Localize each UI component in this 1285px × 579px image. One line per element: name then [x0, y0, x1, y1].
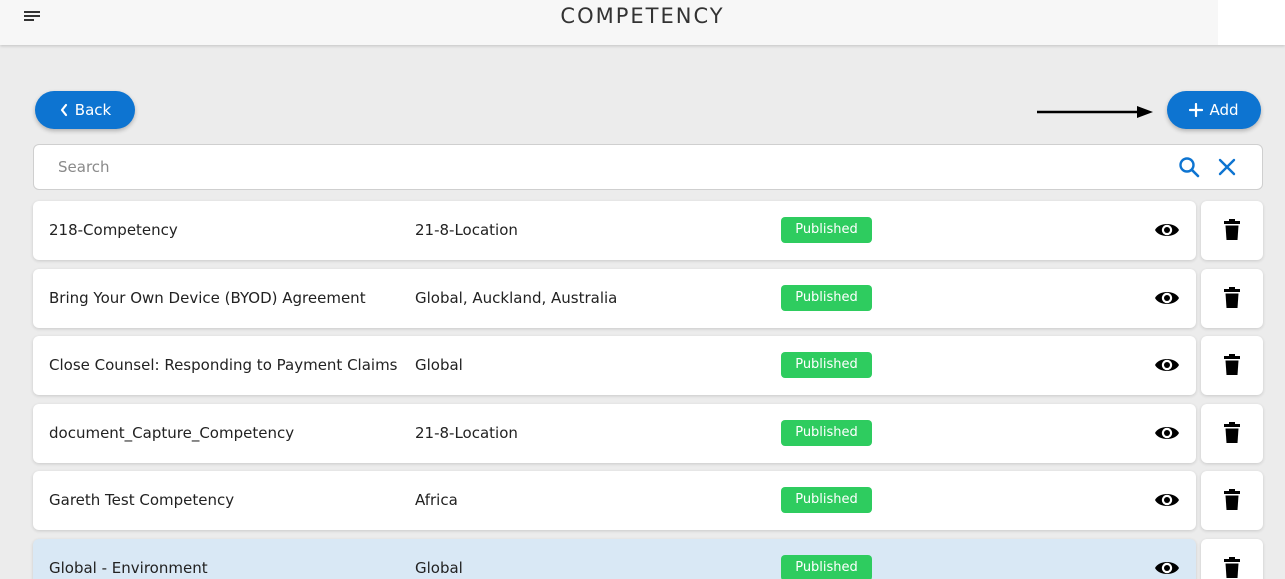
competency-location: Global — [415, 558, 463, 577]
search-bar — [33, 144, 1263, 190]
eye-icon[interactable] — [1154, 354, 1180, 376]
list-item-card[interactable]: document_Capture_Competency 21-8-Locatio… — [33, 403, 1196, 463]
trash-icon — [1224, 219, 1240, 240]
list-item-card[interactable]: Gareth Test Competency Africa Published — [33, 471, 1196, 530]
competency-location: 21-8-Location — [415, 423, 518, 442]
search-icon[interactable] — [1178, 156, 1200, 178]
status-badge: Published — [781, 554, 872, 579]
trash-icon — [1224, 556, 1240, 578]
delete-button[interactable] — [1201, 471, 1263, 530]
list-item-card[interactable]: 218-Competency 21-8-Location Published — [33, 201, 1196, 260]
list-item: Bring Your Own Device (BYOD) Agreement G… — [33, 268, 1263, 328]
competency-list: 218-Competency 21-8-Location Published B… — [33, 201, 1263, 579]
competency-name: Global - Environment — [49, 558, 208, 577]
status-badge: Published — [781, 487, 872, 513]
top-bar-corner — [1218, 0, 1285, 45]
delete-button[interactable] — [1201, 336, 1263, 395]
list-item-card[interactable]: Close Counsel: Responding to Payment Cla… — [33, 336, 1196, 395]
list-item: Close Counsel: Responding to Payment Cla… — [33, 336, 1263, 395]
competency-location: Africa — [415, 491, 458, 509]
competency-location: Global, Auckland, Australia — [415, 288, 618, 307]
trash-icon — [1224, 489, 1240, 510]
close-icon[interactable] — [1217, 157, 1237, 177]
competency-location: Global — [415, 356, 463, 374]
delete-button[interactable] — [1201, 201, 1263, 260]
top-bar: COMPETENCY — [0, 0, 1285, 45]
eye-icon[interactable] — [1154, 422, 1180, 444]
list-item-card[interactable]: Bring Your Own Device (BYOD) Agreement G… — [33, 268, 1196, 328]
trash-icon — [1224, 354, 1240, 375]
add-button-label: Add — [1209, 101, 1239, 119]
status-badge: Published — [781, 217, 872, 243]
list-item-card[interactable]: Global - Environment Global Published — [33, 538, 1196, 579]
chevron-left-icon — [60, 103, 67, 117]
eye-icon[interactable] — [1154, 489, 1180, 511]
search-input[interactable] — [58, 145, 1158, 189]
status-badge: Published — [781, 419, 872, 446]
competency-name: document_Capture_Competency — [49, 423, 295, 442]
list-item: Gareth Test Competency Africa Published — [33, 471, 1263, 530]
delete-button[interactable] — [1201, 403, 1263, 463]
list-item: 218-Competency 21-8-Location Published — [33, 201, 1263, 260]
arrow-annotation — [1037, 106, 1153, 118]
delete-button[interactable] — [1201, 268, 1263, 328]
page-title: COMPETENCY — [560, 4, 725, 28]
eye-icon[interactable] — [1154, 219, 1180, 241]
competency-location: 21-8-Location — [415, 221, 518, 239]
list-item: Global - Environment Global Published — [33, 538, 1263, 579]
delete-button[interactable] — [1201, 538, 1263, 579]
competency-name: Gareth Test Competency — [49, 491, 235, 509]
status-badge: Published — [781, 284, 872, 311]
back-button[interactable]: Back — [35, 91, 135, 129]
trash-icon — [1224, 286, 1240, 308]
add-button[interactable]: Add — [1167, 91, 1261, 129]
eye-icon[interactable] — [1154, 557, 1180, 579]
competency-name: 218-Competency — [49, 221, 178, 239]
competency-name: Bring Your Own Device (BYOD) Agreement — [49, 288, 366, 307]
back-button-label: Back — [74, 101, 112, 119]
trash-icon — [1224, 421, 1240, 443]
plus-icon — [1189, 103, 1204, 117]
list-item: document_Capture_Competency 21-8-Locatio… — [33, 403, 1263, 463]
competency-name: Close Counsel: Responding to Payment Cla… — [49, 356, 398, 374]
status-badge: Published — [781, 352, 872, 378]
eye-icon[interactable] — [1154, 287, 1180, 309]
